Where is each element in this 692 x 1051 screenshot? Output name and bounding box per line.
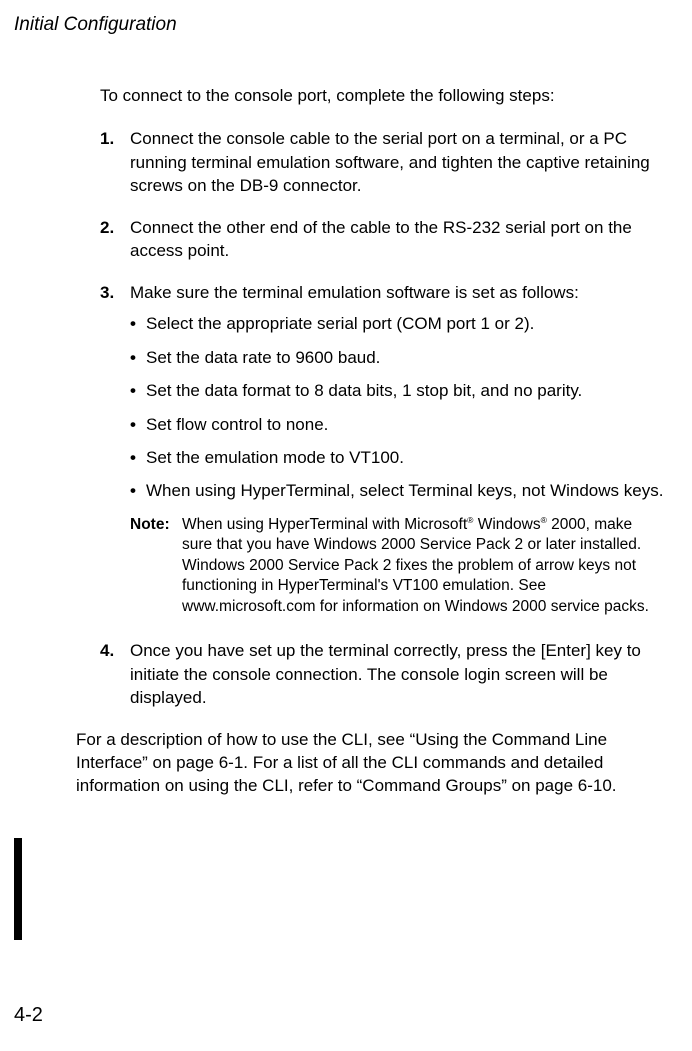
page-container: Initial Configuration To connect to the … <box>0 0 692 1051</box>
section-marker-bar <box>14 838 22 940</box>
bullet-icon: • <box>130 346 146 369</box>
running-title: Initial Configuration <box>14 14 664 36</box>
bullet-2-text: Set the data rate to 9600 baud. <box>146 346 664 369</box>
body-content: To connect to the console port, complete… <box>100 84 664 710</box>
note-label: Note: <box>130 515 182 617</box>
intro-paragraph: To connect to the console port, complete… <box>100 84 664 107</box>
page-number: 4-2 <box>14 1004 43 1027</box>
bullet-5: • Set the emulation mode to VT100. <box>130 446 664 469</box>
note-text-pre: When using HyperTerminal with Microsoft <box>182 516 467 533</box>
step-1-number: 1. <box>100 127 130 197</box>
step-3-bullets: • Select the appropriate serial port (CO… <box>130 312 664 503</box>
step-2-text: Connect the other end of the cable to th… <box>130 216 664 263</box>
bullet-icon: • <box>130 479 146 502</box>
step-4-number: 4. <box>100 639 130 709</box>
step-3-number: 3. <box>100 281 130 621</box>
bullet-icon: • <box>130 413 146 436</box>
bullet-6: • When using HyperTerminal, select Termi… <box>130 479 664 502</box>
bullet-1: • Select the appropriate serial port (CO… <box>130 312 664 335</box>
bullet-3: • Set the data format to 8 data bits, 1 … <box>130 379 664 402</box>
bullet-icon: • <box>130 312 146 335</box>
step-2: 2. Connect the other end of the cable to… <box>100 216 664 263</box>
bullet-icon: • <box>130 446 146 469</box>
step-3: 3. Make sure the terminal emulation soft… <box>100 281 664 621</box>
bullet-3-text: Set the data format to 8 data bits, 1 st… <box>146 379 664 402</box>
step-3-lead: Make sure the terminal emulation softwar… <box>130 283 579 302</box>
step-2-number: 2. <box>100 216 130 263</box>
step-4-text: Once you have set up the terminal correc… <box>130 639 664 709</box>
bullet-icon: • <box>130 379 146 402</box>
step-4: 4. Once you have set up the terminal cor… <box>100 639 664 709</box>
bullet-1-text: Select the appropriate serial port (COM … <box>146 312 664 335</box>
closing-paragraph: For a description of how to use the CLI,… <box>76 728 664 798</box>
bullet-4-text: Set flow control to none. <box>146 413 664 436</box>
note-text-mid1: Windows <box>473 516 540 533</box>
bullet-5-text: Set the emulation mode to VT100. <box>146 446 664 469</box>
step-1: 1. Connect the console cable to the seri… <box>100 127 664 197</box>
step-3-content: Make sure the terminal emulation softwar… <box>130 281 664 621</box>
note-block: Note: When using HyperTerminal with Micr… <box>130 515 664 617</box>
bullet-6-text: When using HyperTerminal, select Termina… <box>146 479 664 502</box>
bullet-4: • Set flow control to none. <box>130 413 664 436</box>
steps-list: 1. Connect the console cable to the seri… <box>100 127 664 709</box>
bullet-2: • Set the data rate to 9600 baud. <box>130 346 664 369</box>
step-1-text: Connect the console cable to the serial … <box>130 127 664 197</box>
note-text: When using HyperTerminal with Microsoft®… <box>182 515 664 617</box>
